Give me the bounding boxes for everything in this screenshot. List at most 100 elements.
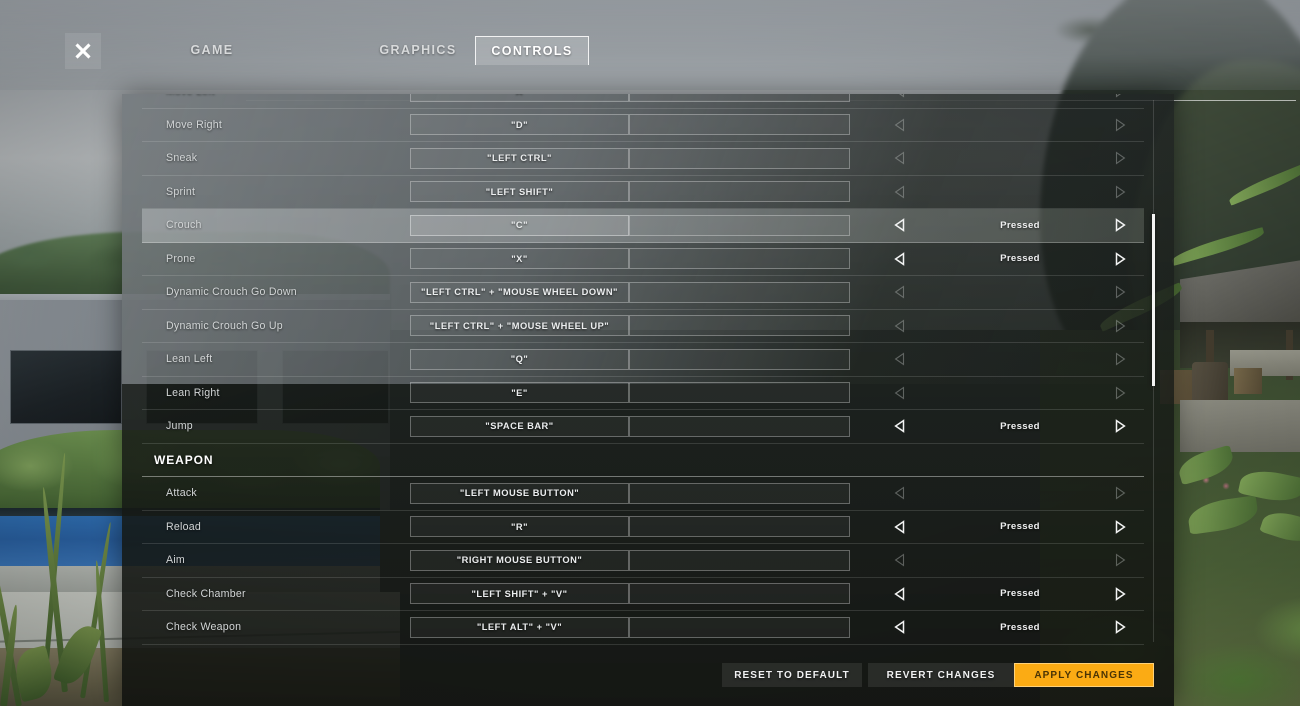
primary-bind-field[interactable]: "LEFT MOUSE BUTTON" <box>410 482 629 504</box>
keybind-row[interactable]: Check Chamber "LEFT SHIFT" + "V" Pressed <box>142 578 1144 611</box>
next-arrow-button[interactable] <box>1112 385 1128 401</box>
primary-bind-field[interactable]: "R" <box>410 516 629 538</box>
primary-bind-value: "LEFT MOUSE BUTTON" <box>459 488 580 499</box>
previous-arrow-button[interactable] <box>892 586 908 602</box>
primary-bind-field[interactable]: "LEFT CTRL" + "MOUSE WHEEL DOWN" <box>410 281 629 303</box>
keybind-row[interactable]: Sneak "LEFT CTRL" <box>142 142 1144 176</box>
primary-bind-field[interactable]: "X" <box>410 248 629 270</box>
keybind-row[interactable]: Dynamic Crouch Go Up "LEFT CTRL" + "MOUSE… <box>142 310 1144 343</box>
previous-arrow-button[interactable] <box>892 385 908 401</box>
primary-bind-field[interactable]: "LEFT SHIFT" + "V" <box>410 583 629 605</box>
tab-graphics[interactable]: GRAPHICS <box>358 36 478 64</box>
revert-changes-button[interactable]: REVERT CHANGES <box>868 663 1014 687</box>
primary-bind-field[interactable]: "Q" <box>410 348 629 370</box>
secondary-bind-field[interactable] <box>629 94 850 102</box>
next-arrow-button[interactable] <box>1112 94 1128 99</box>
keybind-row[interactable]: Reload "R" Pressed <box>142 511 1144 544</box>
next-arrow-button[interactable] <box>1112 318 1128 334</box>
section-header: WEAPON <box>142 444 1144 477</box>
next-arrow-button[interactable] <box>1112 418 1128 434</box>
next-arrow-button[interactable] <box>1112 117 1128 133</box>
primary-bind-field[interactable]: "E" <box>410 382 629 404</box>
secondary-bind-field[interactable] <box>629 516 850 538</box>
keybind-row[interactable]: Dynamic Crouch Go Down "LEFT CTRL" + "MOU… <box>142 276 1144 310</box>
keybind-row[interactable]: Crouch "C" Pressed <box>142 209 1144 243</box>
next-arrow-button[interactable] <box>1112 184 1128 200</box>
previous-arrow-button[interactable] <box>892 418 908 434</box>
secondary-bind-field[interactable] <box>629 214 850 236</box>
secondary-bind-field[interactable] <box>629 281 850 303</box>
next-arrow-button[interactable] <box>1112 619 1128 635</box>
secondary-bind-field[interactable] <box>629 415 850 437</box>
primary-bind-field[interactable]: "LEFT ALT" + "V" <box>410 616 629 638</box>
keybind-row-label: Sneak <box>166 152 198 165</box>
tab-game[interactable]: GAME <box>158 36 266 64</box>
keybind-row-label: Crouch <box>166 219 202 232</box>
apply-changes-label: APPLY CHANGES <box>1034 669 1134 681</box>
secondary-bind-field[interactable] <box>629 549 850 571</box>
next-arrow-button[interactable] <box>1112 552 1128 568</box>
secondary-bind-field[interactable] <box>629 248 850 270</box>
tab-game-label: GAME <box>190 43 234 57</box>
next-arrow-button[interactable] <box>1112 251 1128 267</box>
bind-state-label: Pressed <box>1000 521 1040 533</box>
keybind-row[interactable]: Aim "RIGHT MOUSE BUTTON" <box>142 544 1144 578</box>
previous-arrow-button[interactable] <box>892 184 908 200</box>
secondary-bind-field[interactable] <box>629 181 850 203</box>
keybind-row[interactable]: Lean Right "E" <box>142 377 1144 410</box>
keybind-row[interactable]: Check Weapon "LEFT ALT" + "V" Pressed <box>142 611 1144 645</box>
close-button[interactable] <box>65 33 101 69</box>
primary-bind-field[interactable]: "LEFT CTRL" <box>410 147 629 169</box>
next-arrow-button[interactable] <box>1112 519 1128 535</box>
keybind-row[interactable]: Sprint "LEFT SHIFT" <box>142 176 1144 209</box>
next-arrow-button[interactable] <box>1112 284 1128 300</box>
apply-changes-button[interactable]: APPLY CHANGES <box>1014 663 1154 687</box>
secondary-bind-field[interactable] <box>629 616 850 638</box>
primary-bind-value: "LEFT SHIFT" <box>485 186 554 197</box>
previous-arrow-button[interactable] <box>892 351 908 367</box>
previous-arrow-button[interactable] <box>892 150 908 166</box>
secondary-bind-field[interactable] <box>629 348 850 370</box>
primary-bind-field[interactable]: "D" <box>410 114 629 136</box>
next-arrow-button[interactable] <box>1112 586 1128 602</box>
primary-bind-value: "X" <box>511 253 528 264</box>
previous-arrow-button[interactable] <box>892 519 908 535</box>
secondary-bind-field[interactable] <box>629 315 850 337</box>
primary-bind-field[interactable]: "SPACE BAR" <box>410 415 629 437</box>
keybind-row[interactable]: Lean Left "Q" <box>142 343 1144 377</box>
secondary-bind-field[interactable] <box>629 114 850 136</box>
scrollbar-thumb[interactable] <box>1152 214 1155 386</box>
primary-bind-field[interactable]: "C" <box>410 214 629 236</box>
previous-arrow-button[interactable] <box>892 485 908 501</box>
keybind-row-label: Lean Left <box>166 353 213 366</box>
previous-arrow-button[interactable] <box>892 318 908 334</box>
next-arrow-button[interactable] <box>1112 217 1128 233</box>
previous-arrow-button[interactable] <box>892 117 908 133</box>
previous-arrow-button[interactable] <box>892 284 908 300</box>
keybind-row[interactable]: Move Right "D" <box>142 109 1144 142</box>
primary-bind-value: "D" <box>510 119 529 130</box>
previous-arrow-button[interactable] <box>892 552 908 568</box>
next-arrow-button[interactable] <box>1112 351 1128 367</box>
keybind-row[interactable]: Attack "LEFT MOUSE BUTTON" <box>142 477 1144 511</box>
previous-arrow-button[interactable] <box>892 251 908 267</box>
previous-arrow-button[interactable] <box>892 94 908 99</box>
secondary-bind-field[interactable] <box>629 482 850 504</box>
next-arrow-button[interactable] <box>1112 485 1128 501</box>
next-arrow-button[interactable] <box>1112 150 1128 166</box>
keybind-row-label: Prone <box>166 252 196 265</box>
previous-arrow-button[interactable] <box>892 217 908 233</box>
keybind-row[interactable]: Prone "X" Pressed <box>142 243 1144 276</box>
keybind-row[interactable]: Jump "SPACE BAR" Pressed <box>142 410 1144 444</box>
previous-arrow-button[interactable] <box>892 619 908 635</box>
reset-to-default-button[interactable]: RESET TO DEFAULT <box>722 663 862 687</box>
primary-bind-field[interactable]: "LEFT CTRL" + "MOUSE WHEEL UP" <box>410 315 629 337</box>
secondary-bind-field[interactable] <box>629 583 850 605</box>
secondary-bind-field[interactable] <box>629 382 850 404</box>
primary-bind-field[interactable]: "A" <box>410 94 629 102</box>
primary-bind-field[interactable]: "RIGHT MOUSE BUTTON" <box>410 549 629 571</box>
keybind-row[interactable]: Move Left "A" <box>142 94 1144 109</box>
secondary-bind-field[interactable] <box>629 147 850 169</box>
primary-bind-field[interactable]: "LEFT SHIFT" <box>410 181 629 203</box>
tab-controls[interactable]: CONTROLS <box>475 36 589 65</box>
